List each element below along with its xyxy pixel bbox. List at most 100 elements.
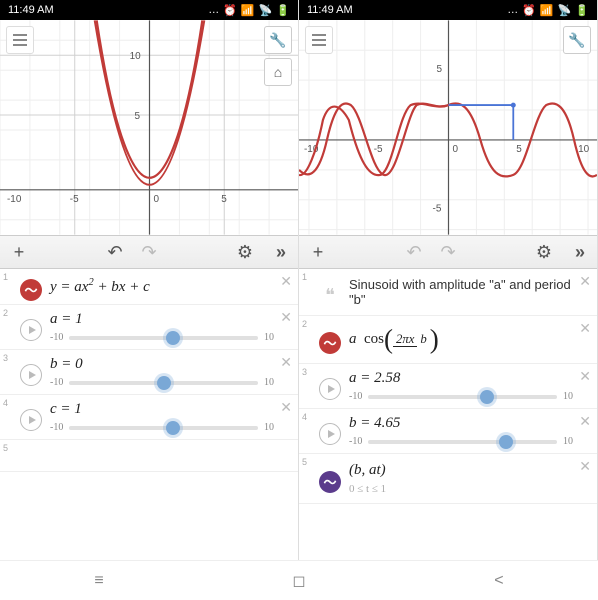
graph-area-left[interactable]: -10 -5 0 5 5 10 🔧 ⌂ — [0, 20, 298, 235]
play-button[interactable] — [319, 378, 341, 400]
undo-button[interactable]: ↶ — [102, 239, 128, 265]
wrench-icon: 🔧 — [568, 32, 585, 49]
svg-text:-5: -5 — [70, 194, 79, 205]
play-button[interactable] — [319, 423, 341, 445]
delete-row-button[interactable]: ✕ — [579, 368, 591, 385]
nav-home-button[interactable]: ◻ — [292, 571, 305, 591]
svg-text:-5: -5 — [374, 144, 383, 155]
slider-min: -10 — [50, 332, 63, 343]
slider-row-a[interactable]: 2 a = 1 -10 10 ✕ — [0, 305, 298, 350]
slider[interactable]: -10 10 — [349, 391, 573, 402]
row-number: 2 — [299, 316, 315, 363]
add-button[interactable]: + — [6, 239, 32, 265]
slider-max: 10 — [264, 377, 274, 388]
delete-row-button[interactable]: ✕ — [579, 320, 591, 337]
alarm-icon: ⏰ — [223, 4, 237, 17]
play-button[interactable] — [20, 364, 42, 386]
slider-thumb[interactable] — [157, 376, 171, 390]
wave-badge-icon[interactable]: 〜 — [20, 279, 42, 301]
expression-row[interactable]: 5 〜 (b, at) 0 ≤ t ≤ 1 ✕ — [299, 454, 597, 504]
left-screen: 11:49 AM … ⏰ 📶 📡 🔋 — [0, 0, 299, 560]
signal-icon: 📶 — [241, 4, 255, 17]
slider[interactable]: -10 10 — [349, 436, 573, 447]
graph-area-right[interactable]: -10 -5 0 5 10 5 -5 🔧 — [299, 20, 597, 235]
expression-text[interactable]: a cos(2πxb) — [345, 316, 597, 363]
hamburger-icon — [13, 34, 27, 46]
row-number: 1 — [299, 269, 315, 315]
settings-button[interactable]: ⚙ — [232, 239, 258, 265]
svg-text:5: 5 — [437, 64, 443, 75]
delete-row-button[interactable]: ✕ — [579, 413, 591, 430]
redo-button[interactable]: ↷ — [136, 239, 162, 265]
hamburger-menu-button[interactable] — [305, 26, 333, 54]
add-button[interactable]: + — [305, 239, 331, 265]
expression-list: 1 〜 y = ax2 + bx + c ✕ 2 a = 1 -10 10 ✕ — [0, 269, 298, 560]
wrench-button[interactable]: 🔧 — [563, 26, 591, 54]
delete-row-button[interactable]: ✕ — [579, 458, 591, 475]
slider-thumb[interactable] — [480, 390, 494, 404]
status-bar: 11:49 AM … ⏰ 📶 📡 🔋 — [0, 0, 298, 20]
nav-recent-button[interactable]: ≡ — [94, 572, 103, 590]
status-time: 11:49 AM — [307, 4, 353, 16]
slider-row-b[interactable]: 4 b = 4.65 -10 10 ✕ — [299, 409, 597, 454]
svg-text:10: 10 — [578, 144, 590, 155]
expression-row[interactable]: 1 〜 y = ax2 + bx + c ✕ — [0, 269, 298, 305]
undo-button[interactable]: ↶ — [401, 239, 427, 265]
hamburger-menu-button[interactable] — [6, 26, 34, 54]
alarm-icon: ⏰ — [522, 4, 536, 17]
status-icons: … ⏰ 📶 📡 🔋 — [208, 4, 290, 17]
slider-value-label: a = 1 — [50, 311, 274, 328]
collapse-button[interactable]: » — [266, 239, 292, 265]
empty-row[interactable]: 5 — [0, 440, 298, 472]
wave-badge-icon[interactable]: 〜 — [319, 332, 341, 354]
redo-button[interactable]: ↷ — [435, 239, 461, 265]
slider-thumb[interactable] — [499, 435, 513, 449]
wrench-button[interactable]: 🔧 — [264, 26, 292, 54]
slider-row-b[interactable]: 3 b = 0 -10 10 ✕ — [0, 350, 298, 395]
slider-max: 10 — [264, 422, 274, 433]
svg-text:0: 0 — [153, 194, 159, 205]
play-button[interactable] — [20, 319, 42, 341]
expression-list: 1 ❝ Sinusoid with amplitude "a" and peri… — [299, 269, 597, 560]
row-number: 3 — [299, 364, 315, 408]
slider-row-a[interactable]: 3 a = 2.58 -10 10 ✕ — [299, 364, 597, 409]
wifi-icon: 📡 — [259, 4, 273, 17]
play-button[interactable] — [20, 409, 42, 431]
slider[interactable]: -10 10 — [50, 332, 274, 343]
status-bar: 11:49 AM … ⏰ 📶 📡 🔋 — [299, 0, 597, 20]
play-icon — [29, 416, 36, 424]
battery-icon: 🔋 — [276, 4, 290, 17]
delete-row-button[interactable]: ✕ — [280, 273, 292, 290]
expression-text[interactable]: (b, at) 0 ≤ t ≤ 1 — [345, 454, 597, 503]
delete-row-button[interactable]: ✕ — [280, 399, 292, 416]
svg-text:0: 0 — [452, 144, 458, 155]
slider-row-c[interactable]: 4 c = 1 -10 10 ✕ — [0, 395, 298, 440]
play-icon — [328, 430, 335, 438]
slider-min: -10 — [349, 391, 362, 402]
nav-back-button[interactable]: < — [494, 572, 503, 590]
delete-row-button[interactable]: ✕ — [579, 273, 591, 290]
slider-max: 10 — [563, 391, 573, 402]
slider-thumb[interactable] — [166, 331, 180, 345]
expression-text[interactable]: y = ax2 + bx + c — [46, 269, 298, 304]
settings-button[interactable]: ⚙ — [531, 239, 557, 265]
home-button[interactable]: ⌂ — [264, 58, 292, 86]
svg-text:5: 5 — [135, 111, 141, 122]
text-content[interactable]: Sinusoid with amplitude "a" and period "… — [345, 269, 597, 315]
row-number: 3 — [0, 350, 16, 394]
row-number: 2 — [0, 305, 16, 349]
wave-badge-icon[interactable]: 〜 — [319, 471, 341, 493]
collapse-button[interactable]: » — [565, 239, 591, 265]
slider[interactable]: -10 10 — [50, 422, 274, 433]
play-icon — [29, 326, 36, 334]
quote-icon: ❝ — [315, 269, 345, 315]
text-row[interactable]: 1 ❝ Sinusoid with amplitude "a" and peri… — [299, 269, 597, 316]
delete-row-button[interactable]: ✕ — [280, 309, 292, 326]
delete-row-button[interactable]: ✕ — [280, 354, 292, 371]
slider-min: -10 — [50, 377, 63, 388]
slider[interactable]: -10 10 — [50, 377, 274, 388]
battery-icon: 🔋 — [575, 4, 589, 17]
expression-row[interactable]: 2 〜 a cos(2πxb) ✕ — [299, 316, 597, 364]
sinusoid-plot: -10 -5 0 5 10 5 -5 — [299, 20, 597, 235]
slider-thumb[interactable] — [166, 421, 180, 435]
